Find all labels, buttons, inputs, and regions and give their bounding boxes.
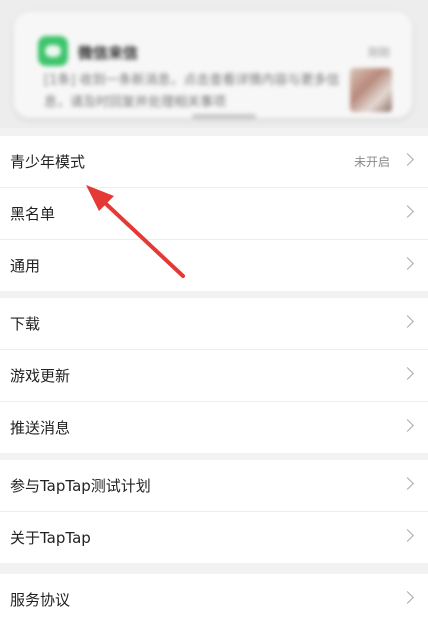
- row-label: 青少年模式: [10, 153, 86, 171]
- chevron-right-icon: [401, 153, 414, 166]
- settings-row-about[interactable]: 关于TapTap: [0, 512, 428, 563]
- chevron-right-icon: [401, 257, 414, 270]
- chevron-right-icon: [401, 591, 414, 604]
- chevron-right-icon: [401, 477, 414, 490]
- row-label: 下载: [10, 315, 41, 333]
- notification-area: 微信来信 刚刚 [1条] 收到一条新消息，点击查看详情内容与更多信息，请及时回复…: [0, 0, 428, 128]
- settings-row-push-messages[interactable]: 推送消息: [0, 402, 428, 453]
- settings-group-4: 服务协议: [0, 574, 428, 625]
- settings-row-download[interactable]: 下载: [0, 298, 428, 350]
- settings-row-general[interactable]: 通用: [0, 240, 428, 291]
- row-label: 黑名单: [10, 205, 56, 223]
- row-label: 推送消息: [10, 419, 71, 437]
- teen-mode-status: 未开启: [353, 155, 390, 169]
- row-label: 参与TapTap测试计划: [10, 477, 151, 495]
- row-label: 游戏更新: [10, 367, 71, 385]
- notification-card[interactable]: 微信来信 刚刚 [1条] 收到一条新消息，点击查看详情内容与更多信息，请及时回复…: [14, 12, 412, 119]
- chevron-right-icon: [401, 419, 414, 432]
- notification-title: 微信来信: [78, 44, 139, 62]
- settings-row-service-agreement[interactable]: 服务协议: [0, 574, 428, 625]
- settings-group-1: 青少年模式 未开启 黑名单 通用: [0, 136, 428, 291]
- chevron-right-icon: [401, 367, 414, 380]
- row-label: 通用: [10, 257, 41, 275]
- wechat-app-icon: [38, 36, 68, 66]
- settings-group-2: 下载 游戏更新 推送消息: [0, 298, 428, 453]
- settings-row-blacklist[interactable]: 黑名单: [0, 188, 428, 240]
- chevron-right-icon: [401, 205, 414, 218]
- row-label: 服务协议: [10, 591, 71, 609]
- row-label: 关于TapTap: [10, 529, 91, 547]
- chevron-right-icon: [401, 529, 414, 542]
- chevron-right-icon: [401, 315, 414, 328]
- notification-drag-handle[interactable]: [192, 114, 256, 119]
- settings-row-test-program[interactable]: 参与TapTap测试计划: [0, 460, 428, 512]
- settings-row-teen-mode[interactable]: 青少年模式 未开启: [0, 136, 428, 188]
- notification-time: 刚刚: [368, 46, 390, 59]
- settings-row-game-update[interactable]: 游戏更新: [0, 350, 428, 402]
- settings-group-3: 参与TapTap测试计划 关于TapTap: [0, 460, 428, 563]
- notification-thumbnail: [350, 68, 392, 112]
- notification-body: [1条] 收到一条新消息，点击查看详情内容与更多信息，请及时回复并处理相关事项: [44, 73, 340, 110]
